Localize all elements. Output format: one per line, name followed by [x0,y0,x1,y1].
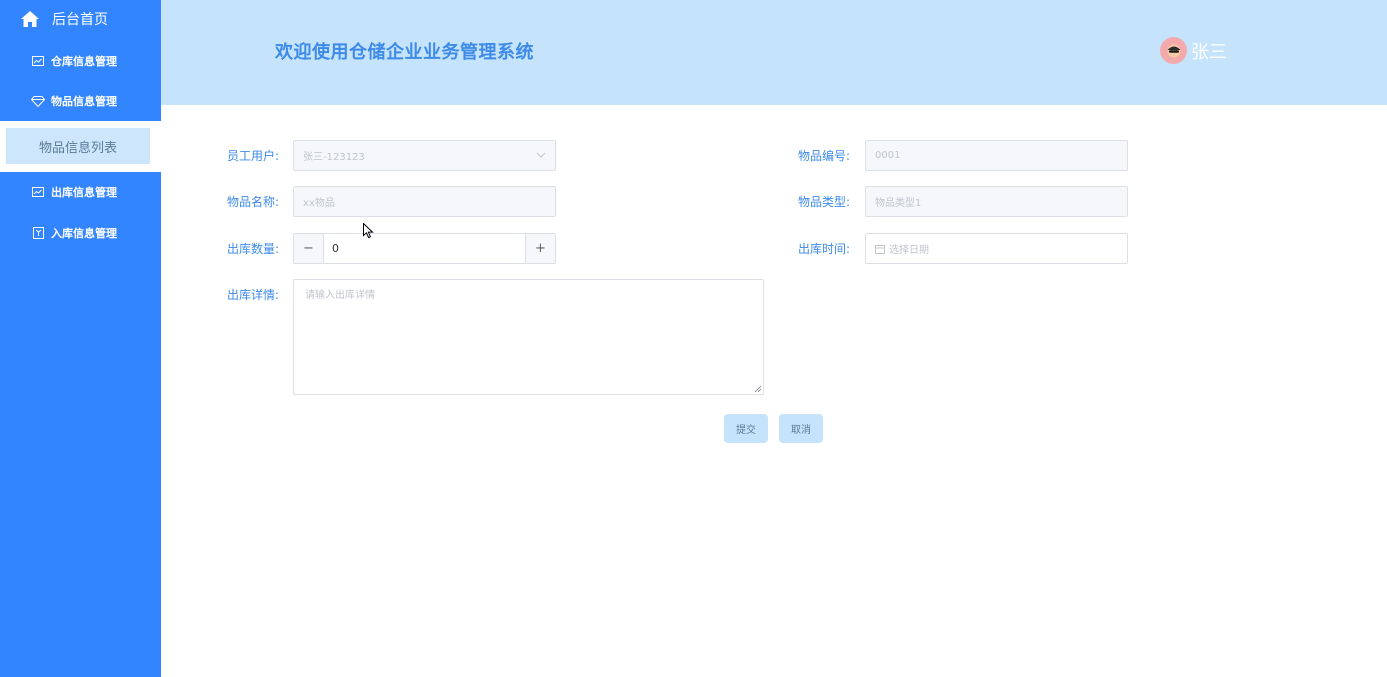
sidebar-item-outbound[interactable]: 出库信息管理 [0,172,161,212]
item-name-value: xx物品 [303,198,335,209]
home-icon [21,11,39,27]
item-no-label: 物品编号: [797,149,850,163]
sidebar-item-goods[interactable]: 物品信息管理 [0,81,161,121]
sidebar-item-label: 物品信息管理 [51,95,117,108]
submenu: 物品信息列表 [0,121,161,172]
bookmark-icon [31,226,45,240]
increment-button[interactable]: + [525,234,555,263]
submit-button[interactable]: 提交 [724,414,768,443]
sidebar-item-warehouse[interactable]: 仓库信息管理 [0,41,161,81]
detail-placeholder: 请输入出库详情 [305,290,375,301]
sidebar-item-label: 出库信息管理 [51,186,117,199]
header: 欢迎使用仓储企业业务管理系统 张三 [161,0,1387,105]
cancel-button[interactable]: 取消 [779,414,823,443]
item-no-field[interactable]: 0001 [865,140,1128,171]
item-type-label: 物品类型: [797,195,850,209]
app-root: 后台首页 仓库信息管理 物品信息管理 物品信息列表 出库信息管理 入库信息管理 … [0,0,1387,677]
sidebar-item-inbound[interactable]: 入库信息管理 [0,213,161,253]
item-no-value: 0001 [875,150,901,161]
date-picker[interactable]: 选择日期 [865,233,1128,264]
chart-icon [31,54,45,68]
sidebar: 后台首页 仓库信息管理 物品信息管理 物品信息列表 出库信息管理 入库信息管理 [0,0,161,677]
sidebar-home-label: 后台首页 [52,12,108,28]
employee-select[interactable]: 张三-123123 [293,140,556,171]
decrement-button[interactable]: − [294,234,324,263]
quantity-stepper[interactable]: − 0 + [293,233,556,264]
user-avatar-icon [1167,44,1180,57]
quantity-value[interactable]: 0 [332,242,339,255]
employee-value: 张三-123123 [303,152,365,163]
avatar[interactable] [1160,37,1187,64]
submenu-item-goods-list[interactable]: 物品信息列表 [6,128,150,164]
calendar-icon [875,244,885,254]
item-name-field[interactable]: xx物品 [293,186,556,217]
outbound-time-label: 出库时间: [797,242,850,256]
diamond-icon [31,94,45,108]
employee-label: 员工用户: [226,149,279,163]
sidebar-home[interactable]: 后台首页 [0,0,161,38]
sidebar-item-label: 仓库信息管理 [51,55,117,68]
chevron-down-icon [536,152,546,158]
username[interactable]: 张三 [1191,38,1227,64]
mouse-cursor-icon [363,223,374,239]
page-title: 欢迎使用仓储企业业务管理系统 [275,42,534,63]
item-type-value: 物品类型1 [875,198,922,209]
detail-textarea[interactable]: 请输入出库详情 [293,279,764,395]
chart-icon [31,185,45,199]
detail-label: 出库详情: [226,288,279,302]
resize-handle-icon[interactable] [754,385,762,393]
sidebar-item-label: 入库信息管理 [51,227,117,240]
item-name-label: 物品名称: [226,195,279,209]
quantity-label: 出库数量: [226,242,279,256]
item-type-field[interactable]: 物品类型1 [865,186,1128,217]
date-placeholder: 选择日期 [889,245,929,256]
